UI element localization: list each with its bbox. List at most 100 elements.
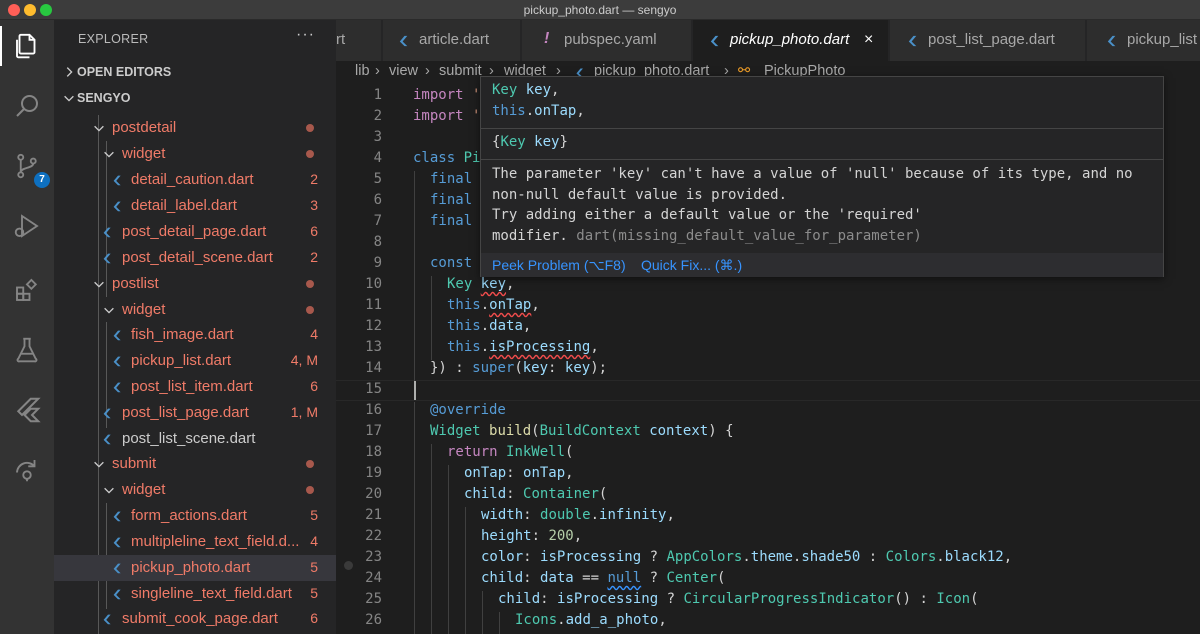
code-line: import ' xyxy=(413,108,481,124)
breadcrumb-separator-icon: › xyxy=(425,63,430,79)
line-number: 8 xyxy=(373,234,382,250)
line-number: 26 xyxy=(365,612,382,628)
line-number: 24 xyxy=(365,570,382,586)
line-number: 22 xyxy=(365,528,382,544)
close-tab-icon[interactable]: × xyxy=(864,31,873,49)
dart-file-icon xyxy=(113,356,121,367)
testing-flask-icon[interactable] xyxy=(7,330,47,370)
dart-file-icon xyxy=(710,35,719,47)
line-number: 18 xyxy=(365,444,382,460)
remote-share-icon[interactable] xyxy=(7,450,47,490)
line-number: 9 xyxy=(373,255,382,271)
indent-guide xyxy=(431,276,432,360)
source-control-icon[interactable]: 7 xyxy=(7,146,50,188)
line-number: 5 xyxy=(373,171,382,187)
chevron-right-icon xyxy=(66,67,73,77)
code-line: child: data == null ? Center( xyxy=(481,570,726,586)
code-line: Widget build(BuildContext context) { xyxy=(430,423,734,439)
explorer-more-actions-icon[interactable]: ··· xyxy=(296,26,315,44)
tree-file[interactable]: detail_label.dart 3 xyxy=(54,193,336,219)
hover-signature: Key key, this.onTap, xyxy=(481,77,1163,129)
hover-actions: Peek Problem (⌥F8) Quick Fix... (⌘.) xyxy=(481,253,1163,277)
tree-file[interactable]: post_list_item.dart 6 xyxy=(54,374,336,400)
tree-file[interactable]: submit_cook_page.dart 6 xyxy=(54,606,336,632)
tree-file[interactable]: post_detail_page.dart 6 xyxy=(54,219,336,245)
breadcrumb-item[interactable]: submit xyxy=(439,63,482,79)
activity-bar: 7 xyxy=(0,20,54,634)
code-line: child: Container( xyxy=(464,486,608,502)
code-line: final xyxy=(430,192,473,208)
quick-fix-link[interactable]: Quick Fix... (⌘.) xyxy=(641,257,742,274)
tree-file[interactable]: post_detail_scene.dart 2 xyxy=(54,245,336,271)
modified-dot xyxy=(306,150,314,158)
tree-folder-widget[interactable]: widget xyxy=(54,477,336,503)
line-number: 21 xyxy=(365,507,382,523)
extensions-icon[interactable] xyxy=(7,270,47,310)
line-number: 13 xyxy=(365,339,382,355)
chevron-down-icon xyxy=(94,461,104,468)
text-caret xyxy=(414,381,416,400)
tree-folder-submit[interactable]: submit xyxy=(54,451,336,477)
breadcrumb-item[interactable]: lib xyxy=(355,63,370,79)
tree-file[interactable]: singleline_text_field.dart 5 xyxy=(54,581,336,607)
tree-file[interactable]: post_list_page.dart 1, M xyxy=(54,400,336,426)
tree-file[interactable]: form_actions.dart 5 xyxy=(54,503,336,529)
tree-file[interactable]: detail_caution.dart 2 xyxy=(54,167,336,193)
dart-file-icon xyxy=(113,330,121,341)
code-line: class Pi xyxy=(413,150,481,166)
dart-file-icon xyxy=(113,537,121,548)
tree-file-selected[interactable]: pickup_photo.dart 5 xyxy=(54,555,336,581)
code-line: }) : super(key: key); xyxy=(430,360,608,376)
line-number: 6 xyxy=(373,192,382,208)
workspace-section[interactable]: SENGYO xyxy=(54,86,336,110)
code-line: color: isProcessing ? AppColors.theme.sh… xyxy=(481,549,1013,565)
tree-file[interactable]: post_list_scene.dart xyxy=(54,426,336,452)
code-line: onTap: onTap, xyxy=(464,465,574,481)
indent-guide xyxy=(482,591,483,634)
indent-guide xyxy=(448,465,449,634)
dart-file-icon xyxy=(113,563,121,574)
indent-guide xyxy=(414,402,415,634)
peek-problem-link[interactable]: Peek Problem (⌥F8) xyxy=(492,257,626,274)
tree-folder-postdetail[interactable]: postdetail xyxy=(54,115,336,141)
current-line-highlight xyxy=(336,380,1200,401)
yaml-exclamation-icon: ! xyxy=(544,30,550,47)
tab-article[interactable]: article.dart xyxy=(383,20,521,61)
tab-pickup-photo[interactable]: pickup_photo.dart × xyxy=(693,20,889,61)
run-debug-icon[interactable] xyxy=(7,206,47,246)
search-icon[interactable] xyxy=(7,86,47,126)
flutter-icon[interactable] xyxy=(7,390,47,430)
explorer-icon[interactable] xyxy=(0,26,47,66)
line-number: 14 xyxy=(365,360,382,376)
dart-file-icon xyxy=(103,614,111,625)
tree-folder-widget[interactable]: widget xyxy=(54,141,336,167)
modified-dot xyxy=(306,280,314,288)
chevron-down-icon xyxy=(94,281,104,288)
code-line: this.isProcessing, xyxy=(447,339,599,355)
open-editors-section[interactable]: OPEN EDITORS xyxy=(54,60,336,84)
tree-file[interactable]: fish_image.dart 4 xyxy=(54,322,336,348)
line-number: 3 xyxy=(373,129,382,145)
code-line: @override xyxy=(430,402,506,418)
indent-guide xyxy=(465,507,466,634)
line-number: 20 xyxy=(365,486,382,502)
editor-tab-bar: rt article.dart ! pubspec.yaml pickup_ph… xyxy=(336,20,1200,61)
tab-pubspec[interactable]: ! pubspec.yaml xyxy=(522,20,692,61)
breadcrumb-item[interactable]: view xyxy=(389,63,418,79)
tab-post-list-page[interactable]: post_list_page.dart xyxy=(890,20,1086,61)
chevron-down-icon xyxy=(64,95,74,102)
tree-file[interactable]: pickup_list.dart 4, M xyxy=(54,348,336,374)
tree-folder-postlist[interactable]: postlist xyxy=(54,271,336,297)
line-number: 12 xyxy=(365,318,382,334)
code-line: this.data, xyxy=(447,318,532,334)
tree-folder-widget[interactable]: widget xyxy=(54,297,336,323)
dart-file-icon xyxy=(908,35,917,47)
modified-dot xyxy=(306,306,314,314)
tree-file[interactable]: multipleline_text_field.d... 4 xyxy=(54,529,336,555)
tab-pickup-list[interactable]: pickup_list xyxy=(1087,20,1200,61)
tab-partial[interactable]: rt xyxy=(336,20,382,61)
explorer-title: EXPLORER xyxy=(78,32,149,46)
modified-dot xyxy=(306,486,314,494)
window-title: pickup_photo.dart — sengyo xyxy=(523,3,677,17)
breadcrumb-separator-icon: › xyxy=(375,63,380,79)
